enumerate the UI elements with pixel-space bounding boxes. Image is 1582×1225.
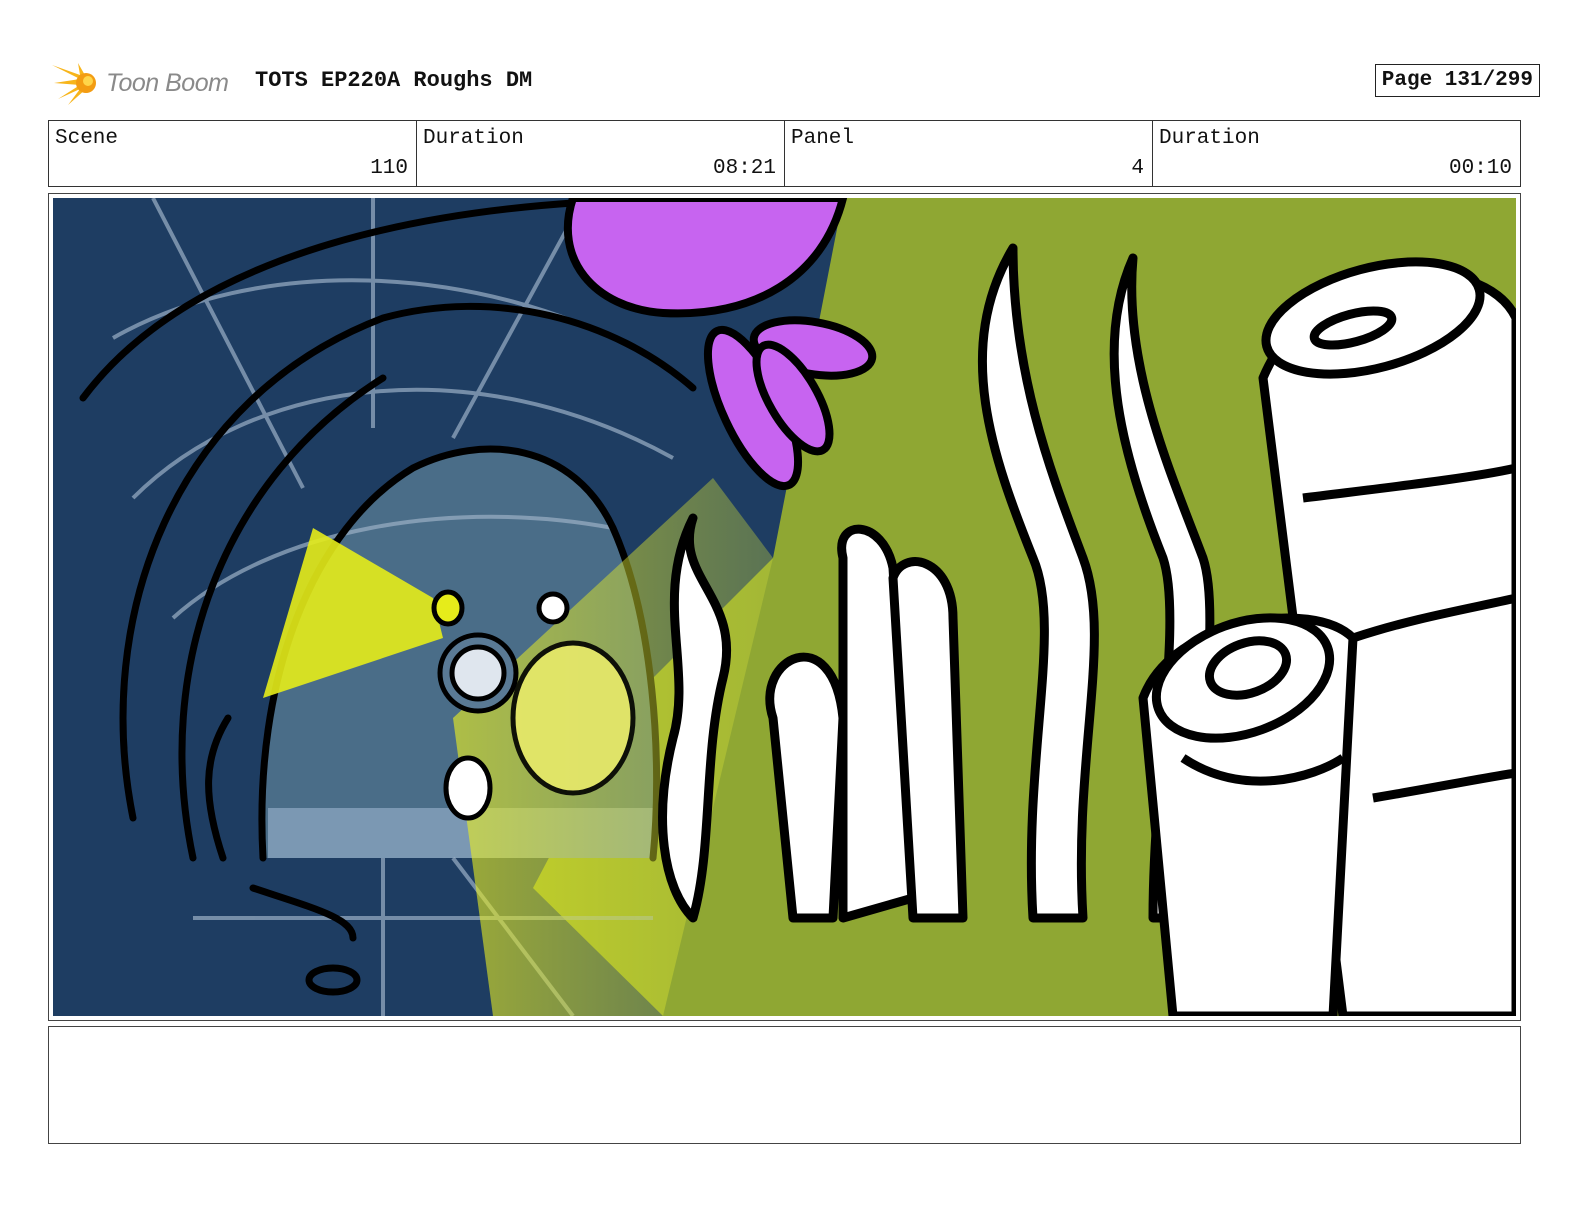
logo-text: Toon Boom: [106, 68, 229, 97]
panel-label: Panel: [791, 127, 855, 150]
toon-boom-logo: Toon Boom: [50, 58, 250, 108]
panel-value: 4: [1131, 157, 1144, 180]
panel-duration-cell: Duration 00:10: [1153, 121, 1520, 186]
panel-cell: Panel 4: [785, 121, 1153, 186]
scene-info-table: Scene 110 Duration 08:21 Panel 4 Duratio…: [48, 120, 1521, 187]
panel-duration-value: 00:10: [1448, 157, 1512, 180]
scene-value: 110: [370, 157, 408, 180]
starburst-logo-icon: [52, 63, 96, 105]
panel-notes: [48, 1026, 1521, 1144]
page-header: Toon Boom TOTS EP220A Roughs DM Page 131…: [50, 58, 1540, 108]
scene-duration-value: 08:21: [712, 157, 776, 180]
panel-duration-label: Duration: [1159, 127, 1260, 150]
document-title: TOTS EP220A Roughs DM: [255, 68, 533, 93]
scene-cell: Scene 110: [49, 121, 417, 186]
page-number: Page 131/299: [1374, 64, 1540, 97]
scene-label: Scene: [55, 127, 119, 150]
storyboard-drawing: [53, 198, 1516, 1016]
scene-duration-label: Duration: [423, 127, 524, 150]
storyboard-panel: [48, 193, 1521, 1021]
scene-duration-cell: Duration 08:21: [417, 121, 785, 186]
